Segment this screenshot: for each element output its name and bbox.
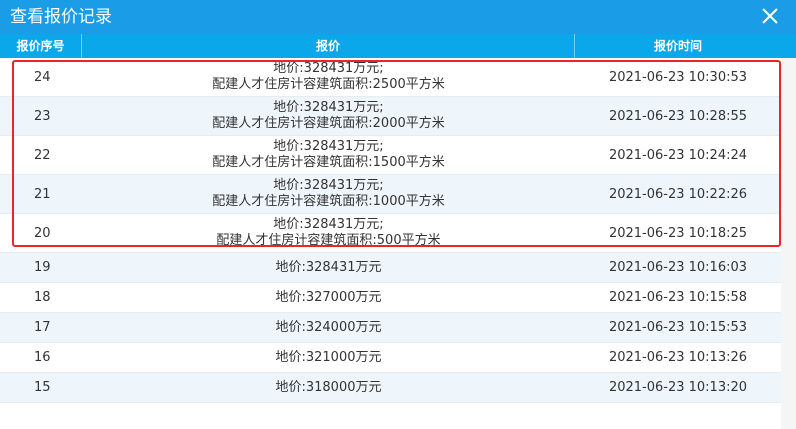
cell-time: 2021-06-23 10:22:26	[608, 186, 748, 202]
dialog-titlebar: 查看报价记录	[0, 0, 796, 34]
vertical-scrollbar[interactable]	[781, 58, 796, 429]
table-header: 报价序号 报价 报价时间	[0, 34, 781, 58]
table-row[interactable]: 18 地价:327000万元 2021-06-23 10:15:58	[0, 283, 781, 313]
cell-seq: 24	[34, 69, 51, 85]
price-line: 地价:318000万元	[275, 379, 382, 395]
cell-seq: 15	[34, 380, 51, 395]
cell-price: 地价:321000万元	[82, 343, 575, 372]
table-row[interactable]: 16 地价:321000万元 2021-06-23 10:13:26	[0, 343, 781, 373]
price-line: 地价:328431万元;	[273, 61, 384, 76]
cell-seq: 23	[34, 108, 51, 124]
cell-time: 2021-06-23 10:13:20	[608, 380, 748, 395]
cell-time: 2021-06-23 10:30:53	[608, 69, 748, 85]
bid-record-table: 24 地价:328431万元; 配建人才住房计容建筑面积:2500平方米 202…	[0, 58, 781, 403]
price-line: 地价:328431万元;	[273, 178, 384, 193]
table-row[interactable]: 15 地价:318000万元 2021-06-23 10:13:20	[0, 373, 781, 403]
cell-time: 2021-06-23 10:28:55	[608, 108, 748, 124]
cell-seq: 17	[34, 320, 51, 335]
header-price[interactable]: 报价	[82, 34, 575, 58]
cell-price: 地价:328431万元; 配建人才住房计容建筑面积:2000平方米	[82, 97, 575, 135]
header-scroll-gap	[781, 34, 796, 58]
cell-time: 2021-06-23 10:24:24	[608, 147, 748, 163]
cell-time: 2021-06-23 10:18:25	[608, 225, 748, 241]
extra-line: 配建人才住房计容建筑面积:1000平方米	[212, 194, 445, 209]
header-time[interactable]: 报价时间	[575, 34, 781, 58]
dialog-title: 查看报价记录	[10, 7, 112, 27]
cell-seq: 19	[34, 260, 51, 275]
table-row[interactable]: 24 地价:328431万元; 配建人才住房计容建筑面积:2500平方米 202…	[0, 58, 781, 97]
price-line: 地价:327000万元	[275, 289, 382, 305]
cell-price: 地价:328431万元; 配建人才住房计容建筑面积:500平方米	[82, 214, 575, 252]
cell-price: 地价:328431万元	[82, 253, 575, 282]
table-row[interactable]: 21 地价:328431万元; 配建人才住房计容建筑面积:1000平方米 202…	[0, 175, 781, 214]
close-icon[interactable]	[760, 6, 780, 26]
extra-line: 配建人才住房计容建筑面积:500平方米	[216, 233, 441, 248]
cell-time: 2021-06-23 10:13:26	[608, 350, 748, 365]
price-line: 地价:328431万元;	[273, 139, 384, 154]
cell-seq: 20	[34, 225, 51, 241]
extra-line: 配建人才住房计容建筑面积:2500平方米	[212, 77, 445, 92]
price-line: 地价:328431万元	[275, 259, 382, 275]
table-row[interactable]: 19 地价:328431万元 2021-06-23 10:16:03	[0, 253, 781, 283]
cell-price: 地价:324000万元	[82, 313, 575, 342]
cell-time: 2021-06-23 10:16:03	[608, 260, 748, 275]
table-row[interactable]: 23 地价:328431万元; 配建人才住房计容建筑面积:2000平方米 202…	[0, 97, 781, 136]
cell-price: 地价:318000万元	[82, 373, 575, 402]
price-line: 地价:324000万元	[275, 319, 382, 335]
table-row[interactable]: 20 地价:328431万元; 配建人才住房计容建筑面积:500平方米 2021…	[0, 214, 781, 253]
cell-seq: 18	[34, 290, 51, 305]
cell-seq: 22	[34, 147, 51, 163]
extra-line: 配建人才住房计容建筑面积:1500平方米	[212, 155, 445, 170]
cell-price: 地价:328431万元; 配建人才住房计容建筑面积:1500平方米	[82, 136, 575, 174]
extra-line: 配建人才住房计容建筑面积:2000平方米	[212, 116, 445, 131]
price-line: 地价:328431万元;	[273, 100, 384, 115]
cell-price: 地价:327000万元	[82, 283, 575, 312]
cell-seq: 21	[34, 186, 51, 202]
price-line: 地价:321000万元	[275, 349, 382, 365]
header-seq[interactable]: 报价序号	[0, 34, 82, 58]
cell-time: 2021-06-23 10:15:53	[608, 320, 748, 335]
price-line: 地价:328431万元;	[273, 217, 384, 232]
cell-time: 2021-06-23 10:15:58	[608, 290, 748, 305]
table-row[interactable]: 17 地价:324000万元 2021-06-23 10:15:53	[0, 313, 781, 343]
cell-price: 地价:328431万元; 配建人才住房计容建筑面积:1000平方米	[82, 175, 575, 213]
table-row[interactable]: 22 地价:328431万元; 配建人才住房计容建筑面积:1500平方米 202…	[0, 136, 781, 175]
cell-price: 地价:328431万元; 配建人才住房计容建筑面积:2500平方米	[82, 58, 575, 96]
cell-seq: 16	[34, 350, 51, 365]
